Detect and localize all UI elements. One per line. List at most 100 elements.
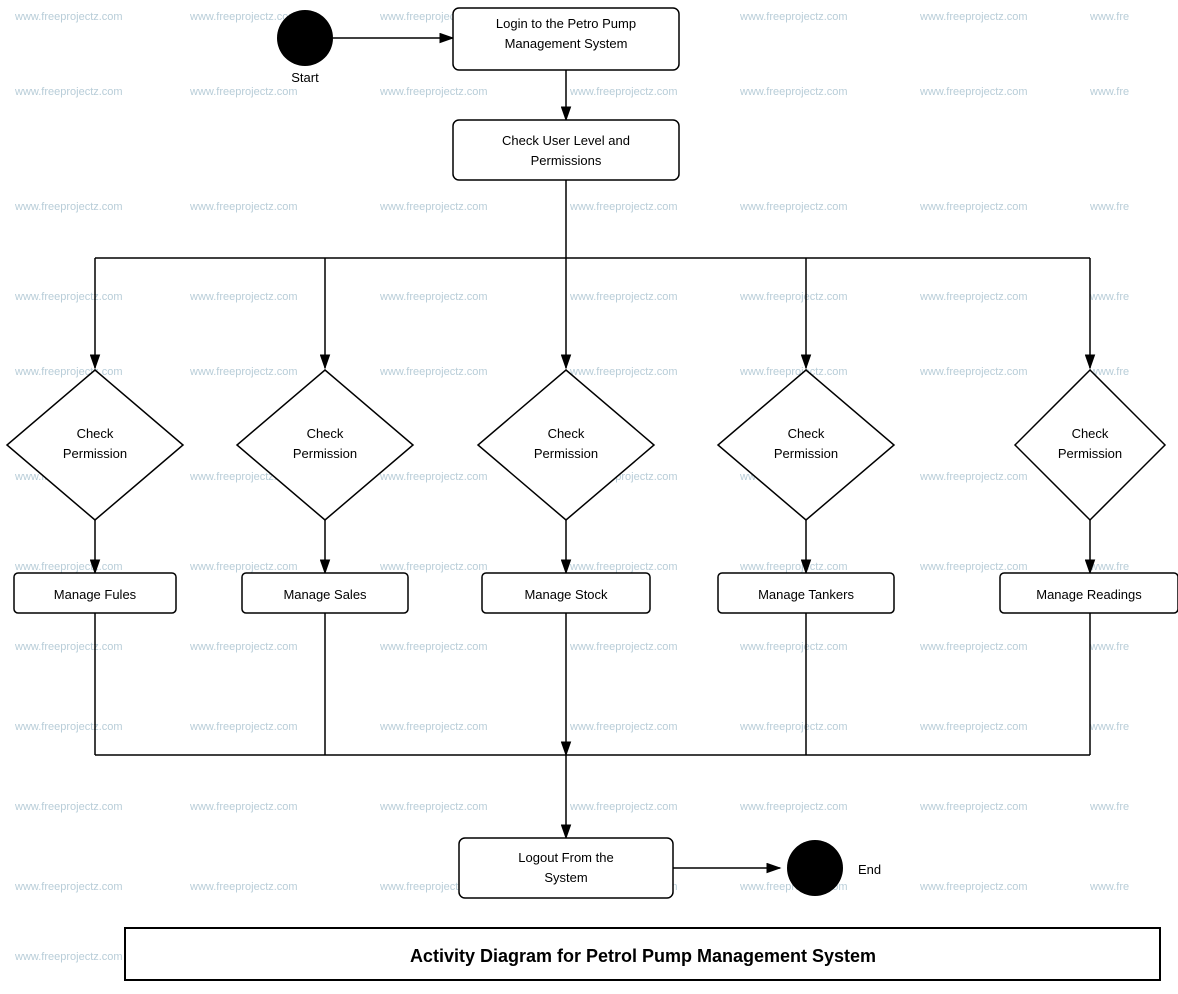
svg-text:Manage Stock: Manage Stock xyxy=(524,587,608,602)
svg-text:www.freeprojectz.com: www.freeprojectz.com xyxy=(14,201,123,213)
svg-text:www.freeprojectz.com: www.freeprojectz.com xyxy=(919,366,1028,378)
svg-text:www.freeprojectz.com: www.freeprojectz.com xyxy=(919,881,1028,893)
svg-text:Manage Tankers: Manage Tankers xyxy=(758,587,854,602)
svg-text:www.fre: www.fre xyxy=(1089,11,1129,23)
svg-text:www.freeprojectz.com: www.freeprojectz.com xyxy=(379,721,488,733)
svg-text:www.fre: www.fre xyxy=(1089,721,1129,733)
svg-text:Login to the Petro Pump: Login to the Petro Pump xyxy=(496,16,636,31)
svg-text:www.freeprojectz.com: www.freeprojectz.com xyxy=(919,291,1028,303)
svg-text:End: End xyxy=(858,862,881,877)
svg-text:www.freeprojectz.com: www.freeprojectz.com xyxy=(739,641,848,653)
svg-text:Management System: Management System xyxy=(505,36,628,51)
svg-text:System: System xyxy=(544,870,587,885)
svg-text:www.freeprojectz.com: www.freeprojectz.com xyxy=(379,366,488,378)
svg-text:Permission: Permission xyxy=(293,446,357,461)
svg-text:Permissions: Permissions xyxy=(531,153,602,168)
svg-text:www.fre: www.fre xyxy=(1089,86,1129,98)
svg-text:www.freeprojectz.com: www.freeprojectz.com xyxy=(739,11,848,23)
svg-text:www.freeprojectz.com: www.freeprojectz.com xyxy=(569,641,678,653)
svg-text:www.freeprojectz.com: www.freeprojectz.com xyxy=(14,801,123,813)
svg-text:www.fre: www.fre xyxy=(1089,561,1129,573)
svg-text:Check: Check xyxy=(548,426,585,441)
svg-text:www.fre: www.fre xyxy=(1089,641,1129,653)
start-circle xyxy=(277,10,333,66)
svg-text:www.freeprojectz.com: www.freeprojectz.com xyxy=(189,721,298,733)
svg-text:www.freeprojectz.com: www.freeprojectz.com xyxy=(14,291,123,303)
svg-text:Check: Check xyxy=(307,426,344,441)
svg-text:www.freeprojectz.com: www.freeprojectz.com xyxy=(569,801,678,813)
svg-text:www.freeprojectz.com: www.freeprojectz.com xyxy=(739,291,848,303)
svg-text:www.freeprojectz.com: www.freeprojectz.com xyxy=(739,366,848,378)
svg-text:www.fre: www.fre xyxy=(1089,801,1129,813)
svg-text:www.freeprojectz.com: www.freeprojectz.com xyxy=(919,641,1028,653)
svg-text:www.freeprojectz.com: www.freeprojectz.com xyxy=(919,201,1028,213)
svg-text:www.freeprojectz.com: www.freeprojectz.com xyxy=(569,86,678,98)
svg-text:www.freeprojectz.com: www.freeprojectz.com xyxy=(14,366,123,378)
svg-text:www.freeprojectz.com: www.freeprojectz.com xyxy=(379,561,488,573)
svg-text:www.freeprojectz.com: www.freeprojectz.com xyxy=(189,801,298,813)
check-permission-diamond-5 xyxy=(1015,370,1165,520)
svg-text:Permission: Permission xyxy=(774,446,838,461)
svg-text:www.freeprojectz.com: www.freeprojectz.com xyxy=(919,801,1028,813)
check-permission-diamond-4 xyxy=(718,370,894,520)
diagram-title: Activity Diagram for Petrol Pump Managem… xyxy=(410,946,876,966)
svg-text:www.freeprojectz.com: www.freeprojectz.com xyxy=(379,641,488,653)
svg-text:www.freeprojectz.com: www.freeprojectz.com xyxy=(379,471,488,483)
svg-text:www.freeprojectz.com: www.freeprojectz.com xyxy=(919,471,1028,483)
svg-text:Check: Check xyxy=(1072,426,1109,441)
svg-text:Check: Check xyxy=(788,426,825,441)
svg-text:Permission: Permission xyxy=(534,446,598,461)
svg-text:www.freeprojectz.com: www.freeprojectz.com xyxy=(14,86,123,98)
svg-text:Check User Level and: Check User Level and xyxy=(502,133,630,148)
svg-text:www.freeprojectz.com: www.freeprojectz.com xyxy=(919,561,1028,573)
svg-text:Manage Fules: Manage Fules xyxy=(54,587,137,602)
start-label: Start xyxy=(291,70,319,85)
svg-text:Permission: Permission xyxy=(63,446,127,461)
svg-text:Manage Sales: Manage Sales xyxy=(283,587,367,602)
svg-text:www.freeprojectz.com: www.freeprojectz.com xyxy=(739,86,848,98)
check-permission-diamond-3 xyxy=(478,370,654,520)
svg-text:www.freeprojectz.com: www.freeprojectz.com xyxy=(14,641,123,653)
svg-text:Logout From the: Logout From the xyxy=(518,850,613,865)
svg-text:www.freeprojectz.com: www.freeprojectz.com xyxy=(919,721,1028,733)
svg-text:www.freeprojectz.com: www.freeprojectz.com xyxy=(739,801,848,813)
svg-text:www.freeprojectz.com: www.freeprojectz.com xyxy=(739,201,848,213)
svg-text:www.freeprojectz.com: www.freeprojectz.com xyxy=(379,86,488,98)
logout-box xyxy=(459,838,673,898)
svg-text:www.fre: www.fre xyxy=(1089,201,1129,213)
svg-text:www.freeprojectz.com: www.freeprojectz.com xyxy=(189,881,298,893)
svg-text:www.freeprojectz.com: www.freeprojectz.com xyxy=(569,291,678,303)
svg-text:www.freeprojectz.com: www.freeprojectz.com xyxy=(189,86,298,98)
svg-text:www.freeprojectz.com: www.freeprojectz.com xyxy=(739,561,848,573)
svg-text:www.freeprojectz.com: www.freeprojectz.com xyxy=(919,11,1028,23)
svg-text:www.freeprojectz.com: www.freeprojectz.com xyxy=(14,561,123,573)
svg-text:www.freeprojectz.com: www.freeprojectz.com xyxy=(14,721,123,733)
svg-text:www.freeprojectz.com: www.freeprojectz.com xyxy=(189,641,298,653)
svg-text:www.freeprojectz.com: www.freeprojectz.com xyxy=(14,951,123,963)
svg-text:www.freeprojectz.com: www.freeprojectz.com xyxy=(189,366,298,378)
svg-text:www.freeprojectz.com: www.freeprojectz.com xyxy=(189,291,298,303)
svg-text:www.freeprojectz.com: www.freeprojectz.com xyxy=(569,721,678,733)
svg-text:www.freeprojectz.com: www.freeprojectz.com xyxy=(14,881,123,893)
check-permission-diamond-1 xyxy=(7,370,183,520)
svg-text:Check: Check xyxy=(77,426,114,441)
svg-text:Permission: Permission xyxy=(1058,446,1122,461)
svg-text:www.fre: www.fre xyxy=(1089,881,1129,893)
svg-text:www.freeprojectz.com: www.freeprojectz.com xyxy=(14,11,123,23)
svg-text:www.freeprojectz.com: www.freeprojectz.com xyxy=(569,366,678,378)
svg-text:www.freeprojectz.com: www.freeprojectz.com xyxy=(189,561,298,573)
check-permission-diamond-2 xyxy=(237,370,413,520)
end-circle xyxy=(787,840,843,896)
svg-text:Manage Readings: Manage Readings xyxy=(1036,587,1142,602)
svg-text:www.freeprojectz.com: www.freeprojectz.com xyxy=(189,201,298,213)
check-user-level-box xyxy=(453,120,679,180)
svg-text:www.freeprojectz.com: www.freeprojectz.com xyxy=(379,801,488,813)
svg-text:www.fre: www.fre xyxy=(1089,291,1129,303)
svg-text:www.freeprojectz.com: www.freeprojectz.com xyxy=(739,721,848,733)
activity-diagram: www.freeprojectz.com www.freeprojectz.co… xyxy=(0,0,1178,994)
svg-text:www.freeprojectz.com: www.freeprojectz.com xyxy=(189,11,298,23)
svg-text:www.freeprojectz.com: www.freeprojectz.com xyxy=(379,201,488,213)
svg-text:www.freeprojectz.com: www.freeprojectz.com xyxy=(569,201,678,213)
svg-text:www.freeprojectz.com: www.freeprojectz.com xyxy=(919,86,1028,98)
svg-text:www.freeprojectz.com: www.freeprojectz.com xyxy=(379,291,488,303)
